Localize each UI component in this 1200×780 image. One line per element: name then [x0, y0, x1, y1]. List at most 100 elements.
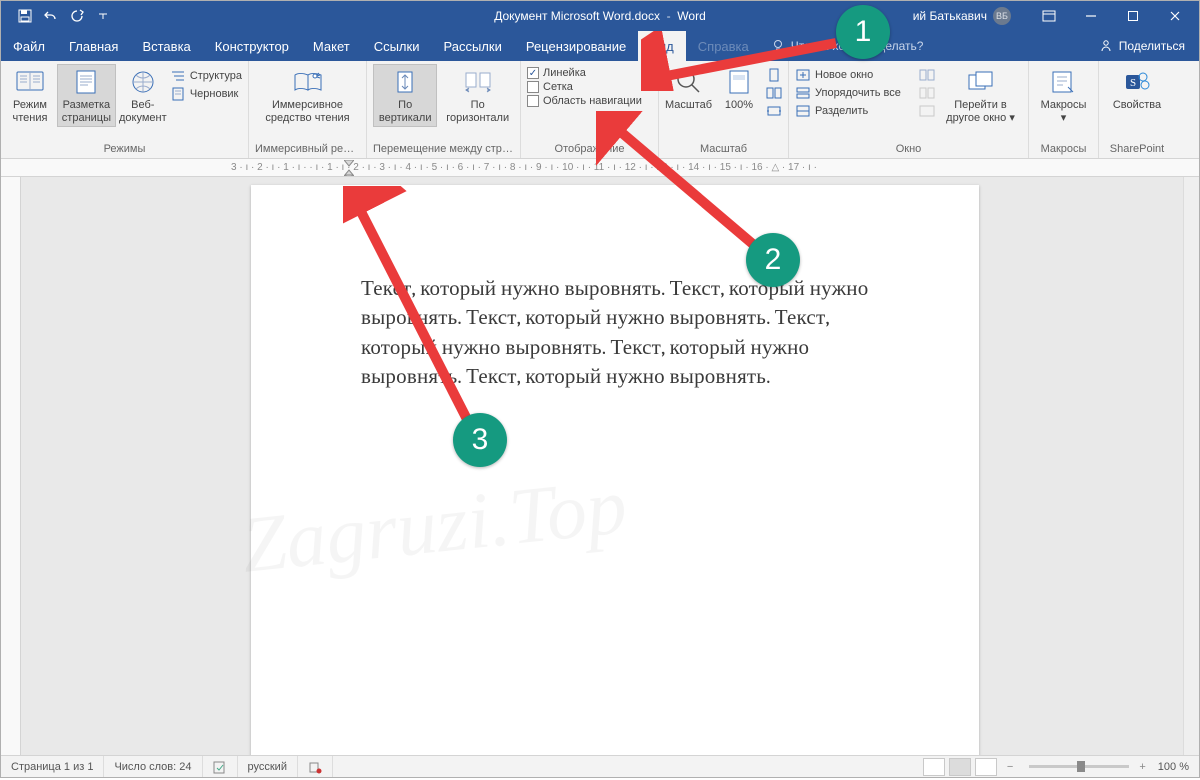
close-button[interactable] — [1155, 2, 1195, 30]
arrange-all-button[interactable]: Упорядочить все — [795, 85, 915, 101]
immersive-reader-label: Иммерсивное средство чтения — [259, 99, 356, 124]
group-sharepoint-label: SharePoint — [1105, 141, 1169, 158]
draft-button[interactable]: Черновик — [170, 86, 242, 102]
spellcheck-indicator[interactable] — [203, 756, 238, 777]
share-button[interactable]: Поделиться — [1085, 31, 1199, 61]
zoom-in-button[interactable]: + — [1139, 761, 1145, 773]
horizontal-button[interactable]: По горизонтали — [441, 64, 514, 127]
group-page-movement-label: Перемещение между стран… — [373, 141, 514, 158]
read-mode-button[interactable]: Режим чтения — [7, 64, 53, 127]
group-zoom-label: Масштаб — [665, 141, 782, 158]
gridlines-checkbox[interactable]: Сетка — [527, 81, 642, 93]
tab-view[interactable]: Вид — [638, 31, 686, 61]
language-indicator[interactable]: русский — [238, 756, 298, 777]
vertical-ruler[interactable] — [1, 177, 21, 755]
switch-windows-icon — [966, 67, 996, 97]
maximize-button[interactable] — [1113, 2, 1153, 30]
macros-label: Макросы▾ — [1041, 99, 1087, 124]
checkbox-icon — [527, 95, 539, 107]
one-page-icon[interactable] — [766, 67, 782, 83]
new-window-button[interactable]: Новое окно — [795, 67, 915, 83]
ruler-marks: 3 · ı · 2 · ı · 1 · ı · · ı · 1 · ı · 2 … — [231, 159, 817, 176]
navigation-pane-checkbox[interactable]: Область навигации — [527, 95, 642, 107]
checkbox-icon — [527, 81, 539, 93]
properties-button[interactable]: S Свойства — [1109, 64, 1165, 115]
page-canvas[interactable]: Текст, который нужно выровнять. Текст, к… — [21, 177, 1199, 755]
share-label: Поделиться — [1119, 39, 1185, 53]
group-immersive-label: Иммерсивный реж… — [255, 141, 360, 158]
tab-review[interactable]: Рецензирование — [514, 31, 638, 61]
view-web-button[interactable] — [975, 758, 997, 776]
title-bar: Документ Microsoft Word.docx - Word ий Б… — [1, 1, 1199, 31]
quick-access-toolbar — [1, 4, 115, 28]
app-name: Word — [677, 9, 705, 23]
ribbon-display-options-button[interactable] — [1029, 2, 1069, 30]
reset-position-icon[interactable] — [919, 103, 935, 119]
tab-help[interactable]: Справка — [686, 31, 761, 61]
immersive-reader-button[interactable]: Иммерсивное средство чтения — [255, 64, 360, 127]
minimize-button[interactable] — [1071, 2, 1111, 30]
avatar: ВБ — [993, 7, 1011, 25]
tab-mailings[interactable]: Рассылки — [431, 31, 513, 61]
immersive-reader-icon — [293, 67, 323, 97]
doc-name: Документ Microsoft Word.docx — [494, 9, 660, 23]
print-layout-label: Разметка страницы — [61, 99, 112, 124]
tell-me-box[interactable]: Что вы хотите сделать? — [761, 31, 934, 61]
tab-design[interactable]: Конструктор — [203, 31, 301, 61]
properties-label: Свойства — [1113, 99, 1161, 112]
horizontal-label: По горизонтали — [445, 99, 510, 124]
sync-scroll-icon[interactable] — [919, 85, 935, 101]
read-mode-icon — [15, 67, 45, 97]
vertical-button[interactable]: По вертикали — [373, 64, 437, 127]
user-name: ий Батькавич — [913, 9, 987, 23]
arrange-all-icon — [795, 85, 811, 101]
page-width-icon[interactable] — [766, 103, 782, 119]
account-area[interactable]: ий Батькавич ВБ — [913, 7, 1011, 25]
ruler-checkbox[interactable]: ✓Линейка — [527, 67, 642, 79]
page: Текст, который нужно выровнять. Текст, к… — [251, 185, 979, 755]
first-line-indent-marker[interactable] — [344, 160, 354, 176]
print-layout-button[interactable]: Разметка страницы — [57, 64, 116, 127]
arrange-all-label: Упорядочить все — [815, 87, 901, 99]
group-immersive: Иммерсивное средство чтения Иммерсивный … — [249, 61, 367, 158]
group-window-label: Окно — [795, 141, 1022, 158]
tab-file[interactable]: Файл — [1, 31, 57, 61]
page-indicator[interactable]: Страница 1 из 1 — [1, 756, 104, 777]
word-count[interactable]: Число слов: 24 — [104, 756, 202, 777]
document-text[interactable]: Текст, который нужно выровнять. Текст, к… — [361, 275, 869, 393]
multi-page-icon[interactable] — [766, 85, 782, 101]
tab-references[interactable]: Ссылки — [362, 31, 432, 61]
web-layout-button[interactable]: Веб-документ — [120, 64, 166, 127]
zoom-100-label: 100% — [725, 99, 753, 112]
zoom-level[interactable]: 100 % — [1158, 761, 1189, 773]
zoom-button[interactable]: Масштаб — [665, 64, 712, 115]
redo-button[interactable] — [65, 4, 89, 28]
zoom-label: Масштаб — [665, 99, 712, 112]
page-100-icon — [724, 67, 754, 97]
side-by-side-icon[interactable] — [919, 67, 935, 83]
group-macros: Макросы▾ Макросы — [1029, 61, 1099, 158]
horizontal-ruler[interactable]: 3 · ı · 2 · ı · 1 · ı · · ı · 1 · ı · 2 … — [1, 159, 1199, 177]
group-macros-label: Макросы — [1035, 141, 1092, 158]
zoom-100-button[interactable]: 100% — [716, 64, 762, 115]
zoom-out-button[interactable]: − — [1007, 761, 1013, 773]
switch-windows-label: Перейти в другое окно ▾ — [943, 99, 1018, 124]
tab-home[interactable]: Главная — [57, 31, 130, 61]
view-print-button[interactable] — [949, 758, 971, 776]
save-button[interactable] — [13, 4, 37, 28]
view-read-button[interactable] — [923, 758, 945, 776]
grid-label: Сетка — [543, 81, 573, 93]
macros-button[interactable]: Макросы▾ — [1037, 64, 1091, 127]
switch-windows-button[interactable]: Перейти в другое окно ▾ — [939, 64, 1022, 127]
macro-record-indicator[interactable] — [298, 756, 333, 777]
lightbulb-icon — [771, 39, 785, 53]
qat-customize-button[interactable] — [91, 4, 115, 28]
outline-button[interactable]: Структура — [170, 68, 242, 84]
zoom-slider[interactable] — [1029, 765, 1129, 768]
undo-button[interactable] — [39, 4, 63, 28]
vertical-scrollbar[interactable] — [1183, 177, 1199, 755]
tab-insert[interactable]: Вставка — [130, 31, 202, 61]
split-label: Разделить — [815, 105, 868, 117]
split-button[interactable]: Разделить — [795, 103, 915, 119]
tab-layout[interactable]: Макет — [301, 31, 362, 61]
